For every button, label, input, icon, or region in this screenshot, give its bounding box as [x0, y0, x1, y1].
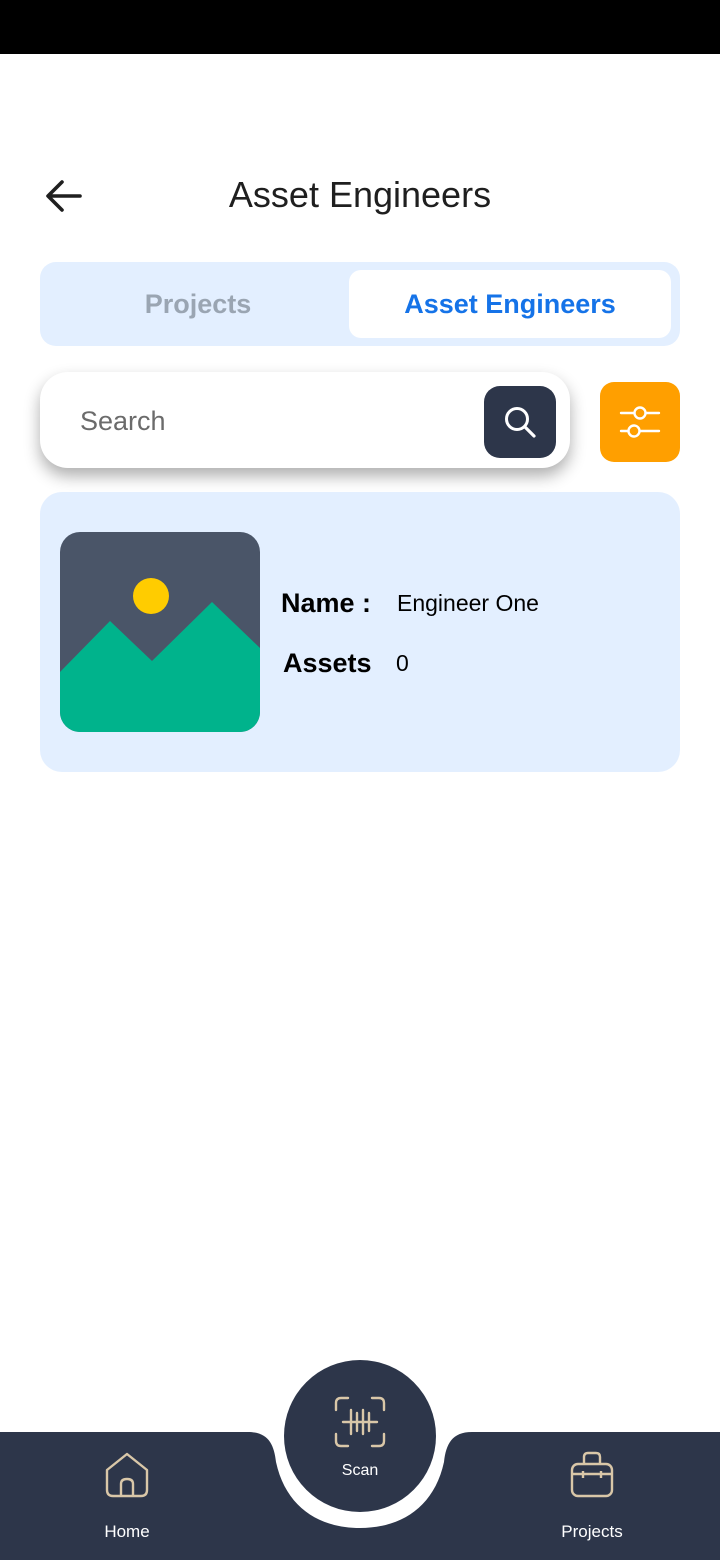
barcode-scan-icon	[334, 1396, 386, 1448]
search-icon	[505, 407, 536, 438]
home-icon	[105, 1452, 149, 1498]
nav-projects[interactable]: Projects	[522, 1450, 662, 1550]
filter-button[interactable]	[600, 382, 680, 462]
assets-count: 0	[396, 650, 409, 676]
toolbox-icon	[570, 1451, 614, 1498]
name-label: Name :	[281, 588, 372, 618]
search-bar	[40, 372, 570, 468]
search-input[interactable]	[78, 400, 462, 442]
nav-home-label: Home	[104, 1522, 150, 1541]
tab-projects[interactable]: Projects	[48, 270, 348, 338]
tab-asset-engineers[interactable]: Asset Engineers	[349, 270, 671, 338]
scan-label: Scan	[341, 1462, 379, 1479]
engineer-card[interactable]: Name : Engineer One Assets 0	[40, 492, 680, 772]
engineer-name: Engineer One	[397, 590, 539, 616]
image-placeholder-icon	[60, 532, 260, 732]
sliders-icon	[619, 406, 661, 438]
search-button[interactable]	[484, 386, 556, 458]
segmented-control: Projects Asset Engineers	[40, 262, 680, 346]
scan-button[interactable]: Scan	[284, 1360, 436, 1512]
header: Asset Engineers	[0, 160, 720, 232]
page-title: Asset Engineers	[228, 174, 492, 215]
bottom-nav: Home Scan Projects	[0, 1360, 720, 1560]
nav-projects-label: Projects	[561, 1522, 623, 1541]
nav-home[interactable]: Home	[57, 1450, 197, 1550]
engineer-avatar	[60, 532, 260, 732]
status-bar	[0, 0, 720, 54]
assets-label: Assets	[283, 648, 372, 678]
